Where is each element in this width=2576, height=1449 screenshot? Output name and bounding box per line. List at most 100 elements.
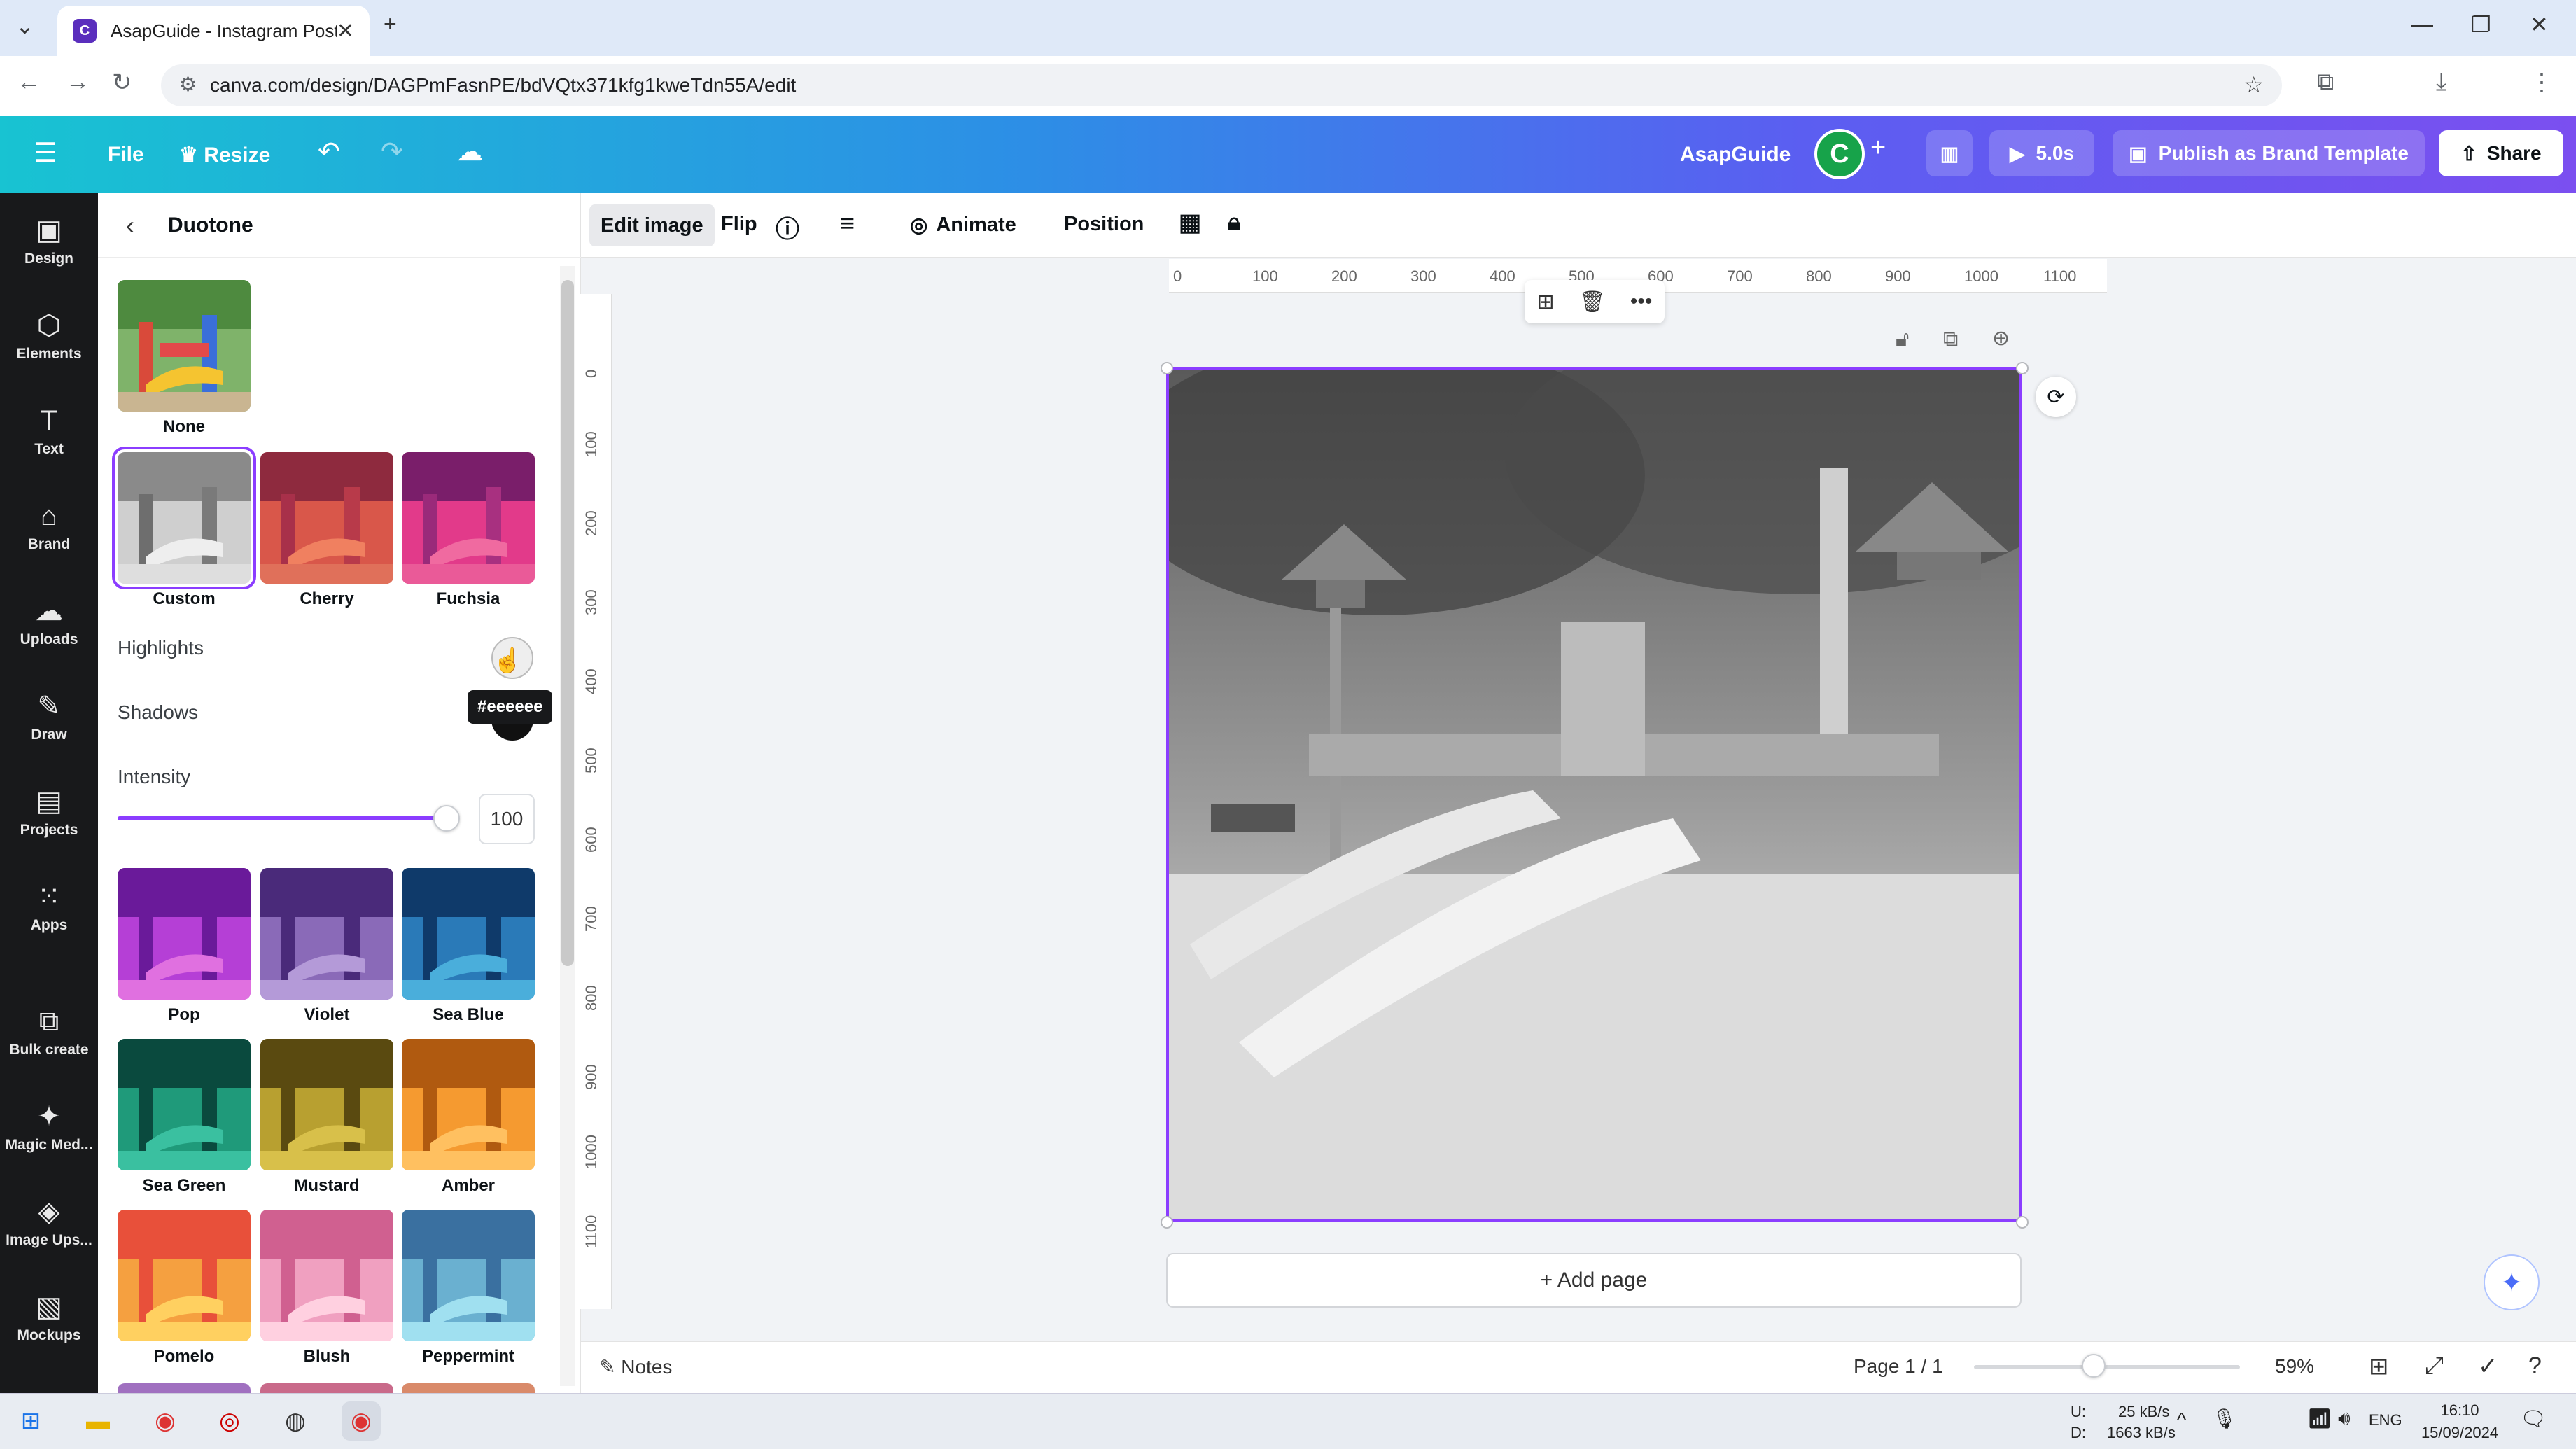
chrome-icon[interactable]: ◉ — [146, 1401, 185, 1441]
preset-none-thumb[interactable] — [118, 280, 251, 412]
url-field[interactable]: ⚙ canva.com/design/DAGPmFasnPE/bdVQtx371… — [161, 64, 2282, 106]
rail-item-design[interactable]: ▣ Design — [0, 196, 98, 287]
zoom-slider-track[interactable] — [1974, 1365, 2240, 1369]
grid-view-icon[interactable]: ⊞ — [2369, 1352, 2389, 1380]
info-icon[interactable]: ⓘ — [776, 210, 799, 244]
preset-mustard-thumb[interactable] — [260, 1039, 393, 1170]
record-icon[interactable]: ◎ — [210, 1401, 249, 1441]
preset-amber-thumb[interactable] — [402, 1039, 535, 1170]
app-icon[interactable]: ◍ — [276, 1401, 315, 1441]
resize-handle-bl[interactable] — [1161, 1216, 1173, 1228]
preset-sea-green-thumb[interactable] — [118, 1039, 251, 1170]
preset-custom-thumb[interactable] — [112, 447, 256, 589]
rail-item-magic-med[interactable]: ✦ Magic Med... — [0, 1082, 98, 1173]
hamburger-menu-icon[interactable]: ☰ — [34, 137, 57, 169]
rail-item-mockups[interactable]: ▧ Mockups — [0, 1273, 98, 1364]
flip-button[interactable]: Flip — [721, 213, 757, 236]
resize-handle-br[interactable] — [2016, 1216, 2029, 1228]
notes-button[interactable]: ✎ Notes — [599, 1355, 672, 1378]
tray-chevron-icon[interactable]: ^ — [2177, 1408, 2186, 1431]
rail-item-uploads[interactable]: ☁ Uploads — [0, 577, 98, 668]
intensity-value-field[interactable]: 100 — [479, 794, 535, 844]
transparency-icon[interactable]: ▦ — [1179, 209, 1201, 237]
page-lock-icon[interactable]: 🔓︎ — [1896, 328, 1909, 351]
duplicate-icon[interactable]: ⊞ — [1537, 290, 1555, 314]
preset-pomelo-thumb[interactable] — [118, 1210, 251, 1341]
menu-dots-icon[interactable]: ⋮ — [2530, 69, 2554, 97]
border-style-icon[interactable]: ≡ — [840, 209, 855, 238]
close-window-icon[interactable]: ✕ — [2530, 11, 2549, 38]
redo-icon[interactable]: ↷ — [381, 136, 403, 167]
download-icon[interactable]: ⤓ — [2436, 69, 2446, 96]
resize-handle-tl[interactable] — [1161, 362, 1173, 374]
cloud-save-icon[interactable]: ☁ — [456, 136, 483, 167]
edit-image-button[interactable]: Edit image — [589, 204, 715, 246]
rail-item-draw[interactable]: ✎ Draw — [0, 672, 98, 763]
canvas-image[interactable] — [1166, 368, 2022, 1222]
clock-time[interactable]: 16:10 — [2426, 1401, 2493, 1420]
panel-scroll-thumb[interactable] — [561, 280, 574, 966]
position-button[interactable]: Position — [1064, 213, 1144, 236]
preset-cherry-thumb[interactable] — [260, 452, 393, 584]
help-icon[interactable]: ? — [2528, 1352, 2542, 1380]
reload-icon[interactable]: ↻ — [112, 69, 132, 97]
wifi-icon[interactable]: 📶︎ — [2307, 1407, 2332, 1430]
windows-start-icon[interactable]: ⊞ — [11, 1401, 50, 1441]
browser-tab[interactable]: C AsapGuide - Instagram Post ✕ — [57, 6, 370, 56]
fullscreen-icon[interactable]: ⤢ — [2425, 1352, 2444, 1380]
add-collaborator-icon[interactable]: + — [1870, 133, 1886, 163]
chrome-active-icon[interactable]: ◉ — [342, 1401, 381, 1441]
lock-icon[interactable]: 🔒︎ — [1228, 209, 1240, 236]
restore-icon[interactable]: ❐ — [2471, 11, 2491, 38]
present-button[interactable]: ▶ 5.0s — [1989, 130, 2094, 176]
magic-assistant-icon[interactable]: ✦ — [2484, 1254, 2540, 1310]
tab-search-icon[interactable]: ⌄ — [15, 13, 34, 39]
bookmark-star-icon[interactable]: ☆ — [2244, 71, 2264, 98]
volume-icon[interactable]: 🔊︎ — [2338, 1407, 2351, 1430]
rail-item-text[interactable]: T Text — [0, 386, 98, 477]
preset-fuchsia-thumb[interactable] — [402, 452, 535, 584]
forward-icon[interactable]: → — [66, 69, 90, 96]
page-indicator[interactable]: Page 1 / 1 — [1854, 1355, 1943, 1378]
preset-blush-thumb[interactable] — [260, 1210, 393, 1341]
resize-button[interactable]: ♛ Resize — [179, 143, 270, 167]
rail-item-bulk-create[interactable]: ⧉ Bulk create — [0, 987, 98, 1078]
intensity-slider-knob[interactable] — [433, 805, 460, 832]
rail-item-projects[interactable]: ▤ Projects — [0, 767, 98, 858]
resize-handle-tr[interactable] — [2016, 362, 2029, 374]
notifications-icon[interactable]: 🗨︎ — [2520, 1407, 2547, 1432]
file-menu[interactable]: File — [108, 143, 144, 167]
preset-violet-thumb[interactable] — [260, 868, 393, 1000]
mic-icon[interactable]: 🎙︎ — [2212, 1407, 2237, 1430]
zoom-slider-knob[interactable] — [2082, 1354, 2106, 1378]
preset-peppermint-thumb[interactable] — [402, 1210, 535, 1341]
back-icon[interactable]: ← — [17, 69, 41, 96]
clock-date[interactable]: 15/09/2024 — [2418, 1424, 2502, 1442]
rail-item-brand[interactable]: ⌂ Brand — [0, 482, 98, 573]
animate-button[interactable]: ◎ Animate — [910, 213, 1016, 237]
extensions-icon[interactable]: ⧉ — [2317, 69, 2334, 96]
page-add-icon[interactable]: ⊕ — [1992, 326, 2010, 351]
file-explorer-icon[interactable]: ▬ — [78, 1401, 118, 1441]
close-tab-icon[interactable]: ✕ — [337, 19, 354, 43]
trash-icon[interactable]: 🗑︎ — [1579, 290, 1606, 314]
back-chevron-icon[interactable]: ‹ — [126, 211, 134, 240]
more-dots-icon[interactable]: ••• — [1630, 290, 1653, 314]
site-info-icon[interactable]: ⚙ — [179, 73, 197, 96]
publish-brand-template-button[interactable]: ▣ Publish as Brand Template — [2113, 130, 2425, 176]
share-button[interactable]: ⇧ Share — [2439, 130, 2563, 176]
insights-button[interactable]: ▥ — [1926, 130, 1973, 176]
zoom-level[interactable]: 59% — [2275, 1355, 2314, 1378]
minimize-icon[interactable]: — — [2411, 11, 2433, 37]
undo-icon[interactable]: ↶ — [318, 136, 340, 167]
page-duplicate-icon[interactable]: ⧉ — [1943, 328, 1958, 351]
rail-item-apps[interactable]: ⁙ Apps — [0, 862, 98, 953]
add-page-button[interactable]: + Add page — [1166, 1253, 2022, 1308]
rail-item-image-ups[interactable]: ◈ Image Ups... — [0, 1177, 98, 1268]
language-indicator[interactable]: ENG — [2369, 1411, 2402, 1429]
rotate-refresh-icon[interactable]: ⟳ — [2036, 377, 2076, 417]
preset-sea-blue-thumb[interactable] — [402, 868, 535, 1000]
rail-item-elements[interactable]: ⬡ Elements — [0, 291, 98, 382]
preset-pop-thumb[interactable] — [118, 868, 251, 1000]
avatar[interactable]: C — [1814, 129, 1865, 179]
